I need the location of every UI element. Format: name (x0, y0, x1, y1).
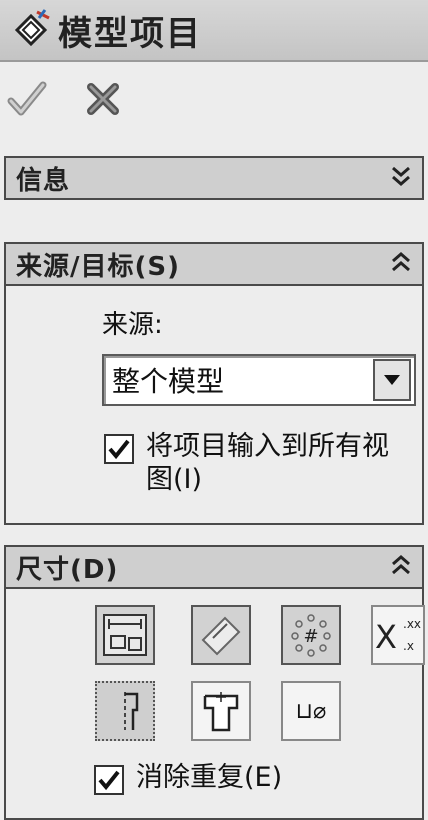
dimensions-panel: 尺寸(D) # X .xx .x ⊔⌀ 消除重复(E) (4, 545, 425, 820)
close-x-icon (87, 83, 119, 115)
hole-profile-icon (124, 692, 139, 730)
source-label: 来源: (102, 310, 163, 340)
panel-title: 信息 (16, 165, 71, 196)
action-bar (6, 78, 124, 120)
checkmark-icon (7, 81, 47, 116)
angled-dimension-icon (201, 616, 241, 656)
source-select[interactable]: 整个模型 (102, 354, 416, 406)
hole-location-icon (203, 692, 239, 732)
panel-title: 尺寸(D) (16, 554, 119, 585)
tolerance-dimensions-button[interactable]: X .xx .x (371, 605, 425, 665)
import-items-checkbox[interactable] (104, 434, 134, 464)
source-target-panel-header[interactable]: 来源/目标(S) (6, 244, 422, 286)
dimensions-panel-header[interactable]: 尺寸(D) (6, 547, 422, 589)
tolerance-sup: .xx (403, 617, 421, 631)
property-manager-titlebar: 模型项目 (0, 0, 428, 62)
drawing-dimension-icon (103, 614, 147, 656)
tolerance-x-glyph: X (375, 618, 397, 656)
tolerance-x-icon: X .xx .x (375, 617, 421, 656)
double-chevron-down-icon[interactable] (390, 164, 412, 192)
info-panel-header[interactable]: 信息 (6, 158, 422, 198)
import-items-checkbox-row[interactable]: 将项目输入到所有视图(I) (104, 430, 406, 496)
model-items-icon (8, 7, 54, 53)
source-target-panel: 来源/目标(S) 来源: 整个模型 将项目输入到所有视图(I) (4, 242, 424, 525)
hole-wizard-profile-button[interactable] (95, 681, 155, 741)
checkmark-icon (98, 770, 120, 791)
checkmark-icon (108, 439, 130, 460)
eliminate-duplicates-checkbox-row[interactable]: 消除重复(E) (94, 761, 396, 795)
panel-title: 来源/目标(S) (16, 251, 180, 282)
hole-callout-button[interactable]: ⊔⌀ (281, 681, 341, 741)
cancel-button[interactable] (82, 78, 124, 120)
source-select-value: 整个模型 (112, 365, 225, 398)
instance-count-button[interactable]: # (281, 605, 341, 665)
import-items-label: 将项目输入到所有视图(I) (146, 431, 389, 495)
ok-button[interactable] (6, 78, 48, 120)
not-marked-for-drawing-button[interactable] (191, 605, 251, 665)
hole-callout-icon: ⊔⌀ (295, 698, 327, 724)
page-title: 模型项目 (58, 13, 202, 54)
double-chevron-up-icon[interactable] (390, 250, 412, 278)
dropdown-arrow-icon[interactable] (373, 359, 411, 401)
tolerance-sub: .x (403, 639, 414, 653)
svg-text:#: # (303, 626, 318, 647)
hole-wizard-locations-button[interactable] (191, 681, 251, 741)
pattern-count-icon: # (291, 614, 331, 657)
eliminate-duplicates-label: 消除重复(E) (136, 762, 283, 793)
marked-for-drawing-button[interactable] (95, 605, 155, 665)
info-panel: 信息 (4, 156, 424, 200)
eliminate-duplicates-checkbox[interactable] (94, 765, 124, 795)
double-chevron-up-icon[interactable] (390, 553, 412, 581)
